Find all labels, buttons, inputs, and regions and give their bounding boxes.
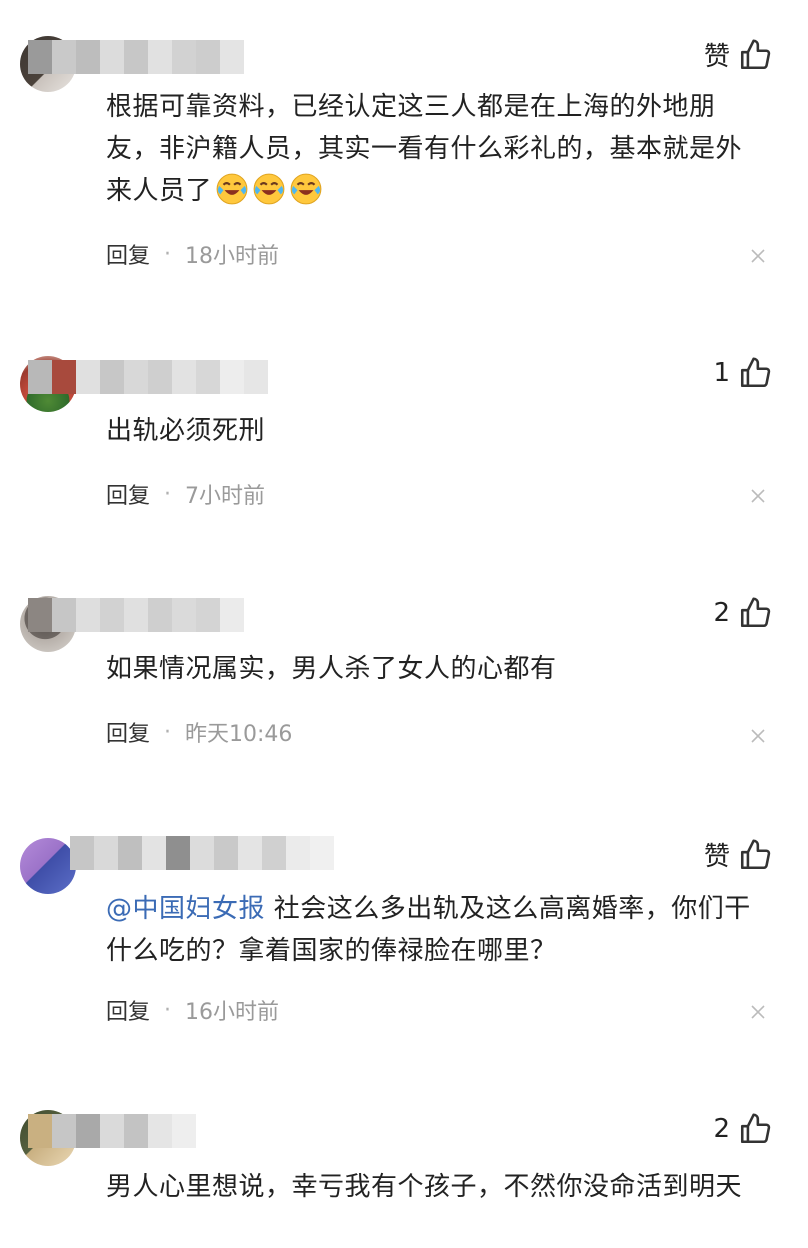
- mention-link[interactable]: @中国妇女报: [106, 894, 265, 924]
- close-icon[interactable]: [750, 248, 766, 264]
- comment-feed: 赞 根据可靠资料，已经认定这三人都是在上海的外地朋友，非沪籍人员，其实一看有什么…: [0, 0, 808, 1248]
- like-button[interactable]: 赞: [704, 36, 772, 73]
- comment-time: 18小时前: [185, 244, 280, 269]
- blurred-username: [28, 40, 244, 74]
- comment-meta: 回复 · 16小时前: [106, 994, 279, 1026]
- separator-dot: ·: [164, 481, 172, 507]
- like-count: 赞: [703, 842, 730, 872]
- like-button[interactable]: 赞: [704, 836, 772, 873]
- comment-meta: 回复 · 18小时前: [106, 238, 279, 270]
- reply-button[interactable]: 回复: [106, 478, 150, 510]
- like-count: 1: [713, 358, 730, 388]
- comment-meta: 回复 · 昨天10:46: [106, 716, 292, 748]
- blurred-username: [28, 598, 244, 632]
- reply-button[interactable]: 回复: [106, 238, 150, 270]
- blurred-username: [28, 360, 268, 394]
- comment-text: @中国妇女报 社会这么多出轨及这么高离婚率，你们干什么吃的？拿着国家的俸禄脸在哪…: [106, 894, 751, 966]
- like-count: 2: [713, 598, 730, 628]
- comment-text: 根据可靠资料，已经认定这三人都是在上海的外地朋友，非沪籍人员，其实一看有什么彩礼…: [106, 92, 743, 206]
- blurred-username: [28, 1114, 196, 1148]
- laugh-cry-emoji: [290, 173, 322, 205]
- like-count: 2: [713, 1114, 730, 1144]
- comment-time: 昨天10:46: [185, 722, 293, 747]
- comment-text: 如果情况属实，男人杀了女人的心都有: [106, 654, 557, 684]
- like-button[interactable]: 1: [713, 356, 772, 390]
- thumbs-up-icon: [740, 357, 771, 388]
- reply-button[interactable]: 回复: [106, 994, 150, 1026]
- comment-time: 16小时前: [185, 1000, 280, 1025]
- comment-time: 7小时前: [185, 484, 266, 509]
- blurred-username: [70, 836, 334, 870]
- reply-button[interactable]: 回复: [106, 716, 150, 748]
- separator-dot: ·: [164, 997, 172, 1023]
- thumbs-up-icon: [740, 597, 771, 628]
- thumbs-up-icon: [740, 839, 771, 869]
- thumbs-up-icon: [740, 1113, 771, 1144]
- avatar[interactable]: [20, 838, 76, 894]
- separator-dot: ·: [164, 241, 172, 267]
- close-icon[interactable]: [750, 1004, 766, 1020]
- comment-text: 男人心里想说，幸亏我有个孩子，不然你没命活到明天: [106, 1172, 743, 1202]
- comment-meta: 回复 · 7小时前: [106, 478, 265, 510]
- like-count: 赞: [703, 42, 730, 72]
- close-icon[interactable]: [750, 728, 766, 744]
- close-icon[interactable]: [750, 488, 766, 504]
- separator-dot: ·: [164, 719, 172, 745]
- like-button[interactable]: 2: [713, 1112, 772, 1146]
- laugh-cry-emoji: [216, 173, 248, 205]
- thumbs-up-icon: [740, 39, 771, 69]
- laugh-cry-emoji: [253, 173, 285, 205]
- comment-text: 出轨必须死刑: [106, 416, 266, 446]
- like-button[interactable]: 2: [713, 596, 772, 630]
